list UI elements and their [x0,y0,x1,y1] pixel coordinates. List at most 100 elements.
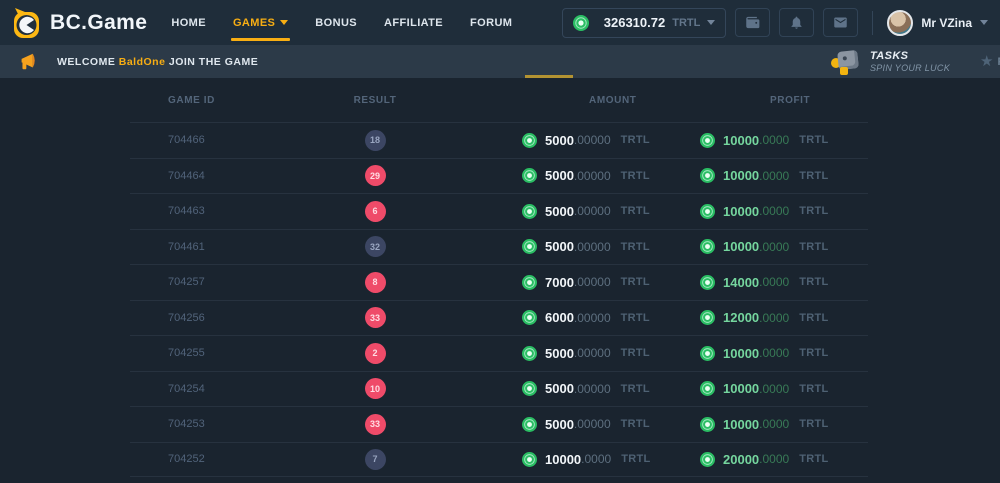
notifications-button[interactable] [779,8,814,37]
table-row[interactable]: 704257 8 7000 .00000 TRTL 14000 .0000 TR… [130,264,868,300]
result-cell: 6 [320,201,430,222]
game-id: 704255 [130,347,320,359]
amount-decimals: .00000 [574,311,611,325]
profit-currency: TRTL [799,312,828,324]
trtl-coin-icon [700,239,715,254]
profit-decimals: .0000 [759,204,789,218]
game-id: 704461 [130,241,320,253]
result-badge: 29 [365,165,386,186]
table-row[interactable]: 704255 2 5000 .00000 TRTL 10000 .0000 TR… [130,335,868,371]
trtl-coin-icon [700,133,715,148]
profit-currency: TRTL [799,134,828,146]
result-badge: 10 [365,378,386,399]
game-id: 704252 [130,453,320,465]
trtl-coin-icon [522,417,537,432]
balance-selector[interactable]: 326310.72 TRTL [562,8,727,38]
trtl-coin-icon [700,204,715,219]
trtl-coin-icon [700,310,715,325]
trtl-coin-icon [700,275,715,290]
messages-button[interactable] [823,8,858,37]
main-nav: HOME GAMES BONUS AFFILIATE FORUM [171,0,512,45]
amount-integer: 6000 [545,310,574,325]
trtl-coin-icon [522,381,537,396]
table-row[interactable]: 704463 6 5000 .00000 TRTL 10000 .0000 TR… [130,193,868,229]
trtl-coin-icon [700,417,715,432]
bets-table: GAME ID RESULT AMOUNT PROFIT 704466 18 5… [130,78,868,477]
profit-cell: 10000 .0000 TRTL [635,133,868,148]
result-cell: 2 [320,343,430,364]
table-row[interactable]: 704464 29 5000 .00000 TRTL 10000 .0000 T… [130,158,868,194]
table-row[interactable]: 704253 33 5000 .00000 TRTL 10000 .0000 T… [130,406,868,442]
megaphone-icon [18,52,39,71]
result-cell: 8 [320,272,430,293]
amount-cell: 6000 .00000 TRTL [430,310,635,325]
profit-integer: 10000 [723,346,759,361]
balance-currency: TRTL [672,17,700,29]
tasks-widget[interactable]: TASKS SPIN YOUR LUCK [831,49,950,75]
active-tab-indicator [525,75,573,78]
nav-bonus[interactable]: BONUS [315,0,357,45]
nav-games[interactable]: GAMES [233,0,288,45]
profit-integer: 10000 [723,168,759,183]
profit-currency: TRTL [799,418,828,430]
profit-cell: 14000 .0000 TRTL [635,275,868,290]
amount-integer: 5000 [545,381,574,396]
profit-cell: 20000 .0000 TRTL [635,452,868,467]
col-game-id: GAME ID [130,95,320,106]
result-badge: 33 [365,414,386,435]
wallet-button[interactable] [735,8,770,37]
amount-cell: 7000 .00000 TRTL [430,275,635,290]
table-row[interactable]: 704252 7 10000 .0000 TRTL 20000 .0000 TR… [130,442,868,478]
profit-cell: 10000 .0000 TRTL [635,168,868,183]
announcement-bar: WELCOME BaldOne JOIN THE GAME TASKS SPIN… [0,45,1000,78]
nav-affiliate[interactable]: AFFILIATE [384,0,443,45]
bcgame-logo-icon[interactable] [10,7,42,39]
table-row[interactable]: 704254 10 5000 .00000 TRTL 10000 .0000 T… [130,371,868,407]
amount-cell: 5000 .00000 TRTL [430,133,635,148]
table-row[interactable]: 704466 18 5000 .00000 TRTL 10000 .0000 T… [130,122,868,158]
profit-decimals: .0000 [759,452,789,466]
star-icon: ★ [980,54,993,69]
welcome-message: WELCOME BaldOne JOIN THE GAME [57,56,258,68]
result-badge: 33 [365,307,386,328]
result-cell: 33 [320,307,430,328]
user-name: Mr VZina [921,16,972,30]
trtl-coin-icon [700,381,715,396]
trtl-coin-icon [522,452,537,467]
favorites-shortcut[interactable]: ★ F [980,54,1000,69]
main-content: GAME ID RESULT AMOUNT PROFIT 704466 18 5… [0,78,1000,477]
trtl-coin-icon [700,346,715,361]
col-profit: PROFIT [635,95,868,106]
profit-cell: 12000 .0000 TRTL [635,310,868,325]
avatar [887,10,913,36]
profit-integer: 10000 [723,239,759,254]
dice-icon [831,49,861,75]
profit-cell: 10000 .0000 TRTL [635,346,868,361]
chevron-down-icon [980,20,988,25]
trtl-coin-icon [700,168,715,183]
game-id: 704466 [130,134,320,146]
amount-decimals: .0000 [581,452,611,466]
result-cell: 10 [320,378,430,399]
result-badge: 2 [365,343,386,364]
table-row[interactable]: 704461 32 5000 .00000 TRTL 10000 .0000 T… [130,229,868,265]
nav-forum[interactable]: FORUM [470,0,512,45]
amount-decimals: .00000 [574,169,611,183]
amount-integer: 5000 [545,239,574,254]
result-badge: 6 [365,201,386,222]
game-id: 704254 [130,383,320,395]
brand-title[interactable]: BC.Game [50,11,147,35]
chevron-down-icon [707,20,715,25]
result-cell: 29 [320,165,430,186]
col-result: RESULT [320,95,430,106]
result-badge: 32 [365,236,386,257]
profit-currency: TRTL [799,347,828,359]
trtl-coin-icon [522,310,537,325]
result-cell: 18 [320,130,430,151]
user-menu[interactable]: Mr VZina [887,10,988,36]
nav-home[interactable]: HOME [171,0,206,45]
header-divider [872,11,873,35]
amount-integer: 10000 [545,452,581,467]
table-row[interactable]: 704256 33 6000 .00000 TRTL 12000 .0000 T… [130,300,868,336]
result-cell: 7 [320,449,430,470]
